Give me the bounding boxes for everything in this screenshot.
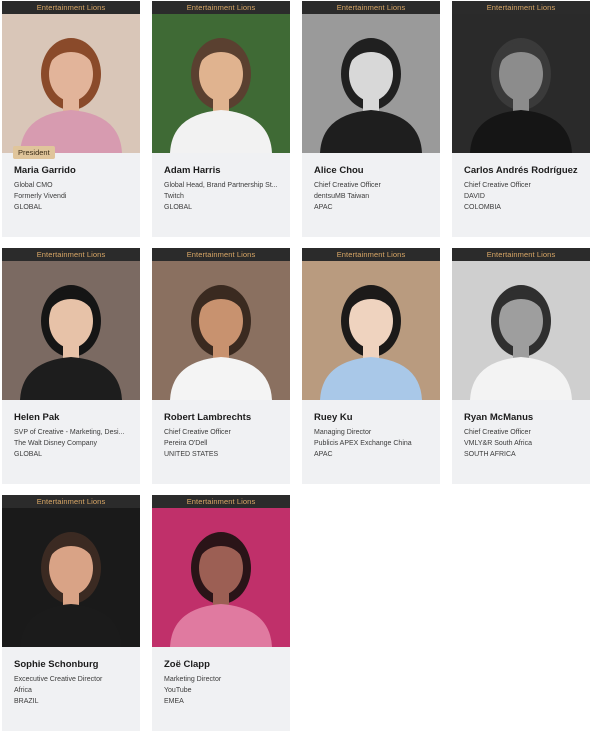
juror-photo[interactable] <box>152 508 290 647</box>
juror-title: Global Head, Brand Partnership St... <box>164 182 278 189</box>
portrait-image <box>302 261 440 400</box>
juror-region: UNITED STATES <box>164 451 219 458</box>
juror-company: dentsuMB Taiwan <box>314 193 370 200</box>
juror-company: VMLY&R South Africa <box>464 440 532 447</box>
juror-info: Zoë Clapp Marketing Director YouTube EMEA <box>152 647 290 707</box>
category-label: Entertainment Lions <box>452 248 590 261</box>
juror-card[interactable]: Entertainment Lions Alice Chou Chief Creat… <box>302 1 440 237</box>
juror-title: Chief Creative Officer <box>164 429 231 436</box>
juror-title: Chief Creative Officer <box>464 182 531 189</box>
category-label: Entertainment Lions <box>152 248 290 261</box>
juror-company: Formerly Vivendi <box>14 193 67 200</box>
juror-photo[interactable] <box>152 14 290 153</box>
juror-company: Twitch <box>164 193 184 200</box>
juror-card[interactable]: Entertainment Lions Zoë Clapp Marketing Di… <box>152 495 290 731</box>
juror-info: Maria Garrido Global CMO Formerly Vivendi G… <box>2 153 140 213</box>
president-badge: President <box>13 146 55 159</box>
portrait-image <box>2 508 140 647</box>
juror-region: GLOBAL <box>14 204 43 211</box>
juror-region: APAC <box>314 451 333 458</box>
category-label: Entertainment Lions <box>152 495 290 508</box>
juror-info: Carlos Andrés Rodríguez Chief Creative Of… <box>452 153 590 213</box>
juror-title: Managing Director <box>314 429 372 436</box>
juror-info: Sophie Schonburg Excecutive Creative Dire… <box>2 647 140 707</box>
juror-region: COLOMBIA <box>464 204 501 211</box>
portrait-image <box>452 261 590 400</box>
juror-region: EMEA <box>164 698 184 705</box>
juror-photo[interactable] <box>302 261 440 400</box>
juror-company: Publicis APEX Exchange China <box>314 440 412 447</box>
juror-name[interactable]: Alice Chou <box>314 165 428 176</box>
juror-name[interactable]: Robert Lambrechts <box>164 412 278 423</box>
juror-company: The Walt Disney Company <box>14 440 97 447</box>
category-label: Entertainment Lions <box>302 248 440 261</box>
juror-title: SVP of Creative - Marketing, Desi... <box>14 429 125 436</box>
portrait-image <box>2 261 140 400</box>
portrait-image <box>152 261 290 400</box>
juror-info: Alice Chou Chief Creative Officer dentsuMB… <box>302 153 440 213</box>
juror-name[interactable]: Ryan McManus <box>464 412 578 423</box>
juror-photo[interactable] <box>152 261 290 400</box>
juror-name[interactable]: Zoë Clapp <box>164 659 278 670</box>
juror-region: APAC <box>314 204 333 211</box>
category-label: Entertainment Lions <box>302 1 440 14</box>
juror-title: Excecutive Creative Director <box>14 676 103 683</box>
juror-card[interactable]: Entertainment Lions Ryan McManus Chief Cre… <box>452 248 590 484</box>
portrait-image <box>452 14 590 153</box>
juror-name[interactable]: Ruey Ku <box>314 412 428 423</box>
juror-name[interactable]: Helen Pak <box>14 412 128 423</box>
juror-title: Chief Creative Officer <box>314 182 381 189</box>
juror-company: Africa <box>14 687 32 694</box>
juror-card[interactable]: Entertainment Lions Carlos Andrés Rodrígu… <box>452 1 590 237</box>
juror-info: Adam Harris Global Head, Brand Partnershi… <box>152 153 290 213</box>
juror-title: Global CMO <box>14 182 53 189</box>
portrait-image <box>152 14 290 153</box>
juror-company: YouTube <box>164 687 192 694</box>
juror-title: Marketing Director <box>164 676 222 683</box>
juror-name[interactable]: Carlos Andrés Rodríguez <box>464 165 578 176</box>
portrait-image <box>152 508 290 647</box>
juror-photo[interactable]: President <box>2 14 140 159</box>
juror-card[interactable]: Entertainment Lions Ruey Ku Managing Direc… <box>302 248 440 484</box>
category-label: Entertainment Lions <box>2 495 140 508</box>
juror-info: Ruey Ku Managing Director Publicis APEX Ex… <box>302 400 440 460</box>
category-label: Entertainment Lions <box>152 1 290 14</box>
juror-region: SOUTH AFRICA <box>464 451 516 458</box>
juror-info: Helen Pak SVP of Creative - Marketing, De… <box>2 400 140 460</box>
portrait-image <box>2 14 140 153</box>
juror-region: GLOBAL <box>14 451 43 458</box>
juror-card[interactable]: Entertainment Lions Adam Harris Global Hea… <box>152 1 290 237</box>
category-label: Entertainment Lions <box>2 248 140 261</box>
category-label: Entertainment Lions <box>2 1 140 14</box>
juror-card[interactable]: Entertainment Lions Robert Lambrechts Chie… <box>152 248 290 484</box>
portrait-image <box>302 14 440 153</box>
juror-name[interactable]: Maria Garrido <box>14 165 128 176</box>
juror-photo[interactable] <box>452 261 590 400</box>
juror-region: BRAZIL <box>14 698 39 705</box>
juror-photo[interactable] <box>302 14 440 153</box>
juror-region: GLOBAL <box>164 204 193 211</box>
juror-company: Pereira O'Dell <box>164 440 208 447</box>
juror-name[interactable]: Adam Harris <box>164 165 278 176</box>
juror-name[interactable]: Sophie Schonburg <box>14 659 128 670</box>
juror-photo[interactable] <box>2 508 140 647</box>
category-label: Entertainment Lions <box>452 1 590 14</box>
juror-title: Chief Creative Officer <box>464 429 531 436</box>
juror-photo[interactable] <box>2 261 140 400</box>
juror-company: DAVID <box>464 193 485 200</box>
juror-info: Robert Lambrechts Chief Creative Officer P… <box>152 400 290 460</box>
juror-info: Ryan McManus Chief Creative Officer VMLY&R… <box>452 400 590 460</box>
juror-card[interactable]: Entertainment Lions Sophie Schonburg Excec… <box>2 495 140 731</box>
juror-card[interactable]: Entertainment Lions Helen Pak SVP of Creat… <box>2 248 140 484</box>
juror-card[interactable]: Entertainment Lions President Maria Garrid… <box>2 1 140 237</box>
juror-photo[interactable] <box>452 14 590 153</box>
